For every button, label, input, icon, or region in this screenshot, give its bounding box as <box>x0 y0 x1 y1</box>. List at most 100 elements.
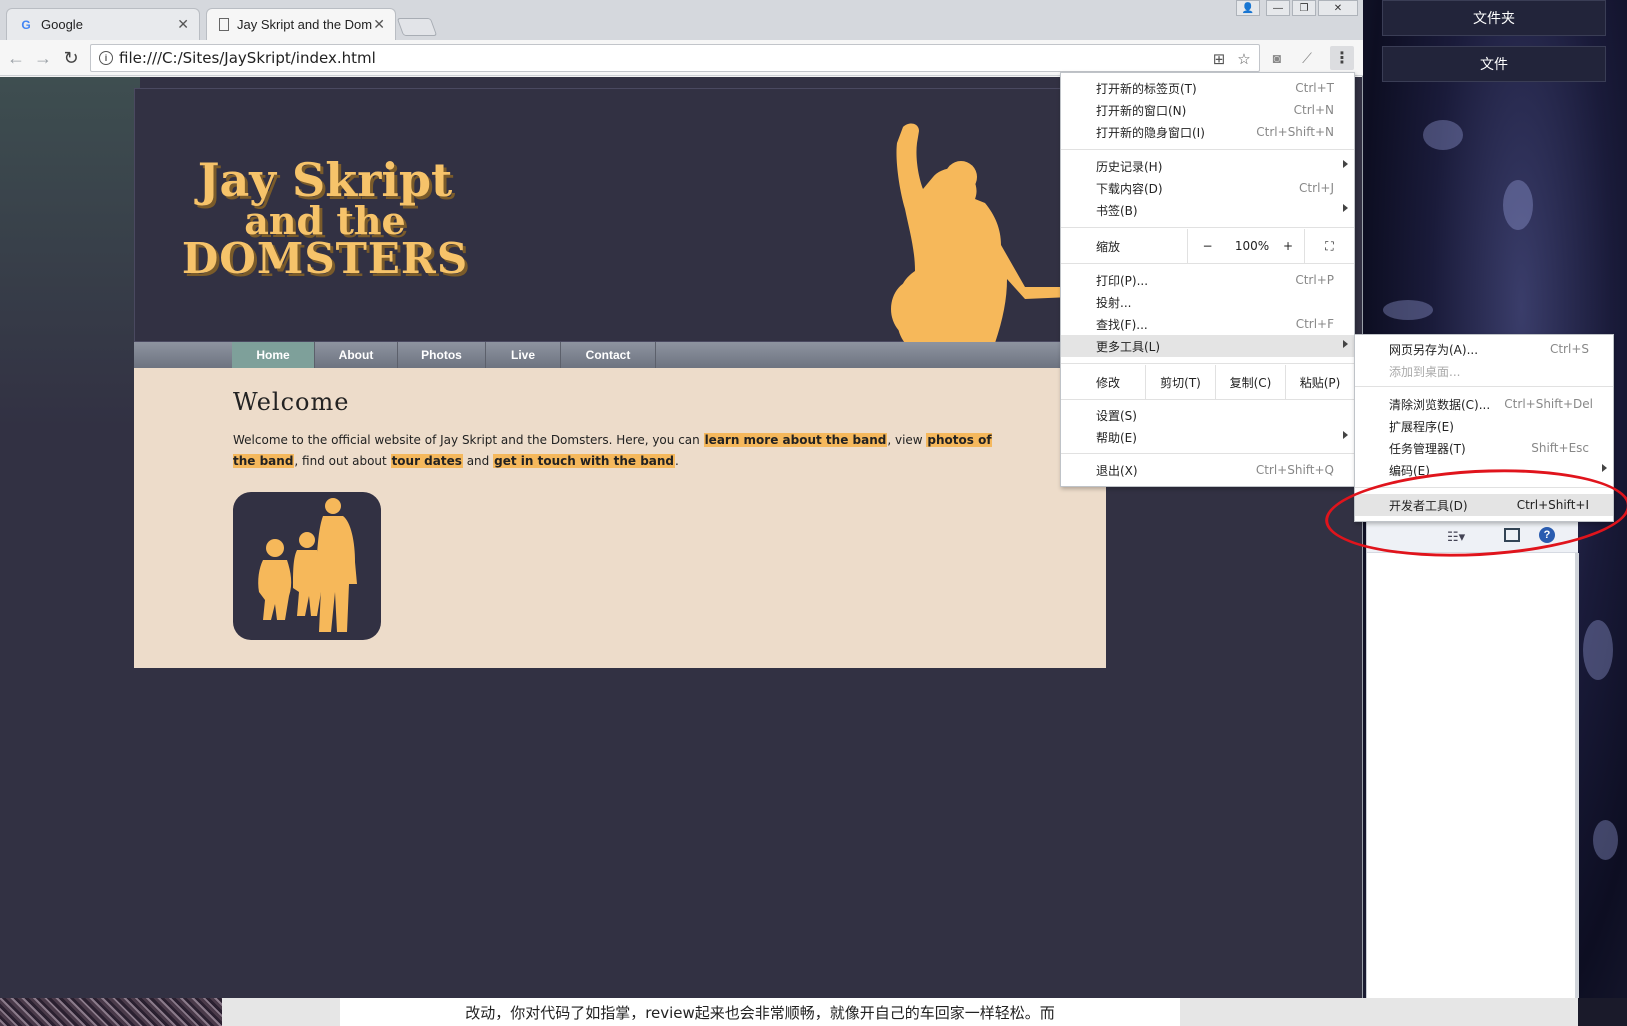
desktop-button-file[interactable]: 文件 <box>1382 46 1606 82</box>
menu-separator <box>1061 399 1354 400</box>
paste-button[interactable]: 粘贴(P) <box>1285 365 1354 399</box>
menu-label: 任务管理器(T) <box>1389 441 1466 456</box>
nav-home[interactable]: Home <box>232 342 315 368</box>
intro-text: and <box>462 454 494 468</box>
desktop-button-folder[interactable]: 文件夹 <box>1382 0 1606 36</box>
menu-new-tab[interactable]: 打开新的标签页(T) Ctrl+T <box>1061 77 1354 99</box>
menu-label: 扩展程序(E) <box>1389 419 1454 434</box>
reload-icon[interactable]: ↻ <box>59 46 83 70</box>
menu-shortcut: Shift+Esc <box>1531 441 1589 455</box>
menu-exit[interactable]: 退出(X) Ctrl+Shift+Q <box>1061 459 1354 481</box>
extension-icon[interactable]: ◙ <box>1266 47 1288 69</box>
close-icon[interactable]: ✕ <box>177 16 189 33</box>
star-icon[interactable]: ☆ <box>1234 49 1254 69</box>
profile-icon[interactable]: 👤 <box>1236 0 1260 16</box>
menu-bookmarks[interactable]: 书签(B) <box>1061 199 1354 221</box>
back-arrow-icon[interactable]: ← <box>4 46 28 70</box>
translate-icon[interactable]: ⊞ <box>1209 49 1229 69</box>
menu-label: 下载内容(D) <box>1096 181 1163 196</box>
contact-link[interactable]: get in touch with the band <box>493 454 676 468</box>
forward-arrow-icon[interactable]: → <box>31 46 55 70</box>
address-bar[interactable]: i file:///C:/Sites/JaySkript/index.html … <box>90 44 1260 72</box>
minimize-button[interactable]: — <box>1266 0 1290 16</box>
menu-shortcut: Ctrl+J <box>1299 181 1334 195</box>
fullscreen-icon[interactable]: ⛶ <box>1304 229 1354 263</box>
menu-separator <box>1061 263 1354 264</box>
live-link[interactable]: tour dates <box>390 454 463 468</box>
tab-google[interactable]: G Google ✕ <box>6 8 200 40</box>
close-window-button[interactable]: ✕ <box>1318 0 1358 16</box>
menu-kebab-icon[interactable]: ⋮ <box>1330 46 1354 70</box>
restore-button[interactable]: ❐ <box>1292 0 1316 16</box>
menu-history[interactable]: 历史记录(H) <box>1061 155 1354 177</box>
menu-help[interactable]: 帮助(E) <box>1061 426 1354 448</box>
nav-about[interactable]: About <box>315 342 398 368</box>
logo-line: Jay Skript <box>197 153 453 207</box>
about-link[interactable]: learn more about the band <box>703 433 888 447</box>
menu-incognito[interactable]: 打开新的隐身窗口(I) Ctrl+Shift+N <box>1061 121 1354 143</box>
browser-toolbar: ← → ↻ i file:///C:/Sites/JaySkript/index… <box>0 40 1363 76</box>
nav-live[interactable]: Live <box>486 342 561 368</box>
menu-label: 设置(S) <box>1096 408 1137 423</box>
menu-shortcut: Ctrl+P <box>1295 273 1334 287</box>
menu-find[interactable]: 查找(F)... Ctrl+F <box>1061 313 1354 335</box>
menu-shortcut: Ctrl+T <box>1295 81 1334 95</box>
nav-photos[interactable]: Photos <box>398 342 486 368</box>
page-icon <box>219 18 229 31</box>
menu-print[interactable]: 打印(P)... Ctrl+P <box>1061 269 1354 291</box>
cut-button[interactable]: 剪切(T) <box>1145 365 1215 399</box>
nav-label: Home <box>256 348 290 362</box>
menu-label: 历史记录(H) <box>1096 159 1163 174</box>
menu-label: 网页另存为(A)... <box>1389 342 1479 357</box>
close-icon[interactable]: ✕ <box>373 16 385 33</box>
submenu-extensions[interactable]: 扩展程序(E) <box>1355 415 1613 437</box>
desktop-button-label: 文件夹 <box>1473 11 1515 27</box>
menu-separator <box>1061 363 1354 364</box>
menu-edit-row: 修改 剪切(T) 复制(C) 粘贴(P) <box>1061 365 1354 399</box>
nav-contact[interactable]: Contact <box>561 342 656 368</box>
extension-icon[interactable]: ⟋ <box>1296 47 1318 69</box>
copy-label: 复制(C) <box>1229 375 1272 390</box>
menu-new-window[interactable]: 打开新的窗口(N) Ctrl+N <box>1061 99 1354 121</box>
menu-label: 打开新的标签页(T) <box>1096 81 1197 96</box>
submenu-save-page[interactable]: 网页另存为(A)... Ctrl+S <box>1355 338 1613 360</box>
menu-shortcut: Ctrl+N <box>1293 103 1334 117</box>
tab-jay-skript[interactable]: Jay Skript and the Dom ✕ <box>206 8 396 40</box>
menu-label: 修改 <box>1096 375 1121 390</box>
nav-label: Photos <box>421 348 462 362</box>
intro-text: , find out about <box>294 454 391 468</box>
nav-label: Live <box>510 348 535 362</box>
menu-label: 打印(P)... <box>1096 273 1149 288</box>
menu-shortcut: Ctrl+S <box>1549 342 1589 356</box>
url-text[interactable]: file:///C:/Sites/JaySkript/index.html <box>119 49 376 67</box>
page-title: Welcome <box>233 388 350 416</box>
zoom-value: 100% <box>1234 239 1270 253</box>
menu-settings[interactable]: 设置(S) <box>1061 404 1354 426</box>
site-nav: Home About Photos Live Contact <box>134 342 1106 368</box>
zoom-out-button[interactable]: − <box>1187 229 1227 263</box>
menu-separator <box>1061 227 1354 228</box>
copy-button[interactable]: 复制(C) <box>1215 365 1285 399</box>
submenu-task-manager[interactable]: 任务管理器(T) Shift+Esc <box>1355 437 1613 459</box>
menu-shortcut: Ctrl+F <box>1295 317 1334 331</box>
menu-label: 添加到桌面... <box>1389 364 1461 379</box>
band-logo: Jay Skript and the DOMSTERS <box>175 153 475 283</box>
background-window: ☷▾ ? <box>1366 519 1579 1026</box>
cut-label: 剪切(T) <box>1160 375 1201 390</box>
band-silhouette <box>258 498 357 632</box>
scrollbar[interactable] <box>1575 553 1579 1026</box>
info-icon[interactable]: i <box>99 51 113 65</box>
zoom-in-label: + <box>1282 239 1294 253</box>
submenu-arrow-icon <box>1602 464 1607 472</box>
menu-separator <box>1355 386 1613 387</box>
menu-downloads[interactable]: 下载内容(D) Ctrl+J <box>1061 177 1354 199</box>
logo-line: DOMSTERS <box>181 233 469 283</box>
menu-more-tools[interactable]: 更多工具(L) <box>1061 335 1354 357</box>
submenu-clear-data[interactable]: 清除浏览数据(C)... Ctrl+Shift+Del <box>1355 393 1613 415</box>
menu-label: 退出(X) <box>1096 463 1138 478</box>
bottom-thumbnail <box>0 998 222 1026</box>
menu-label: 投射... <box>1096 295 1132 310</box>
menu-cast[interactable]: 投射... <box>1061 291 1354 313</box>
zoom-in-button[interactable]: + <box>1277 229 1299 263</box>
new-tab-button[interactable] <box>396 18 438 36</box>
